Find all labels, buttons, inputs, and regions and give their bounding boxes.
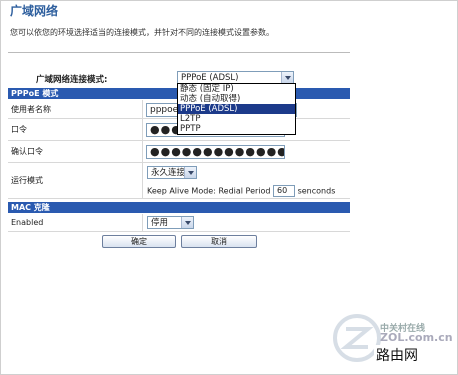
watermark-router: 路由网 [374, 345, 420, 365]
divider [8, 52, 350, 53]
mac-enabled-select[interactable]: 停用 [147, 216, 194, 229]
redial-period-input[interactable]: 60 [273, 185, 296, 197]
mac-clone-section-header: MAC 克隆 [8, 202, 350, 213]
keepalive-line: Keep Alive Mode: Redial Period 60 sencon… [147, 185, 335, 197]
password-label: 口令 [8, 119, 143, 141]
chevron-down-icon[interactable] [281, 72, 293, 83]
watermark-zol: ZOL.com.cn [380, 331, 453, 344]
wan-mode-option-l2tp[interactable]: L2TP [178, 114, 295, 124]
mac-enabled-select-value: 停用 [151, 218, 169, 228]
run-mode-label: 运行模式 [8, 163, 143, 199]
wan-mode-label: 广域网络连接模式: [36, 75, 108, 85]
wan-mode-select-value: PPPoE (ADSL) [181, 73, 239, 83]
chevron-down-icon[interactable] [181, 217, 193, 228]
wan-mode-option-pppoe[interactable]: PPPoE (ADSL) [178, 104, 295, 114]
page-description: 您可以依您的环境选择适当的连接模式，并针对不同的连接模式设置参数。 [10, 28, 274, 37]
wan-mode-dropdown-list[interactable]: 静态 (固定 IP) 动态 (自动取得) PPPoE (ADSL) L2TP P… [177, 83, 296, 135]
wan-mode-option-pptp[interactable]: PPTP [178, 124, 295, 134]
run-mode-select[interactable]: 永久连接 [147, 166, 197, 179]
chevron-down-icon[interactable] [184, 167, 196, 178]
wan-mode-option-static[interactable]: 静态 (固定 IP) [178, 84, 295, 94]
keepalive-suffix: senconds [297, 186, 336, 196]
keepalive-prefix: Keep Alive Mode: Redial Period [147, 186, 271, 196]
watermark: 中关村在线 ZOL.com.cn 路由网 [332, 313, 453, 369]
run-mode-select-value: 永久连接 [151, 168, 186, 178]
confirm-password-label: 确认口令 [8, 141, 143, 163]
mac-enabled-label: Enabled [8, 214, 143, 232]
cancel-button[interactable]: 取消 [181, 235, 257, 248]
wan-mode-option-dhcp[interactable]: 动态 (自动取得) [178, 94, 295, 104]
page-title: 广域网络 [10, 4, 59, 18]
confirm-password-input[interactable]: ●●●●●●●●●●●●●●● [146, 145, 285, 159]
username-label: 使用者名称 [8, 100, 143, 119]
ok-button[interactable]: 确定 [102, 235, 176, 248]
